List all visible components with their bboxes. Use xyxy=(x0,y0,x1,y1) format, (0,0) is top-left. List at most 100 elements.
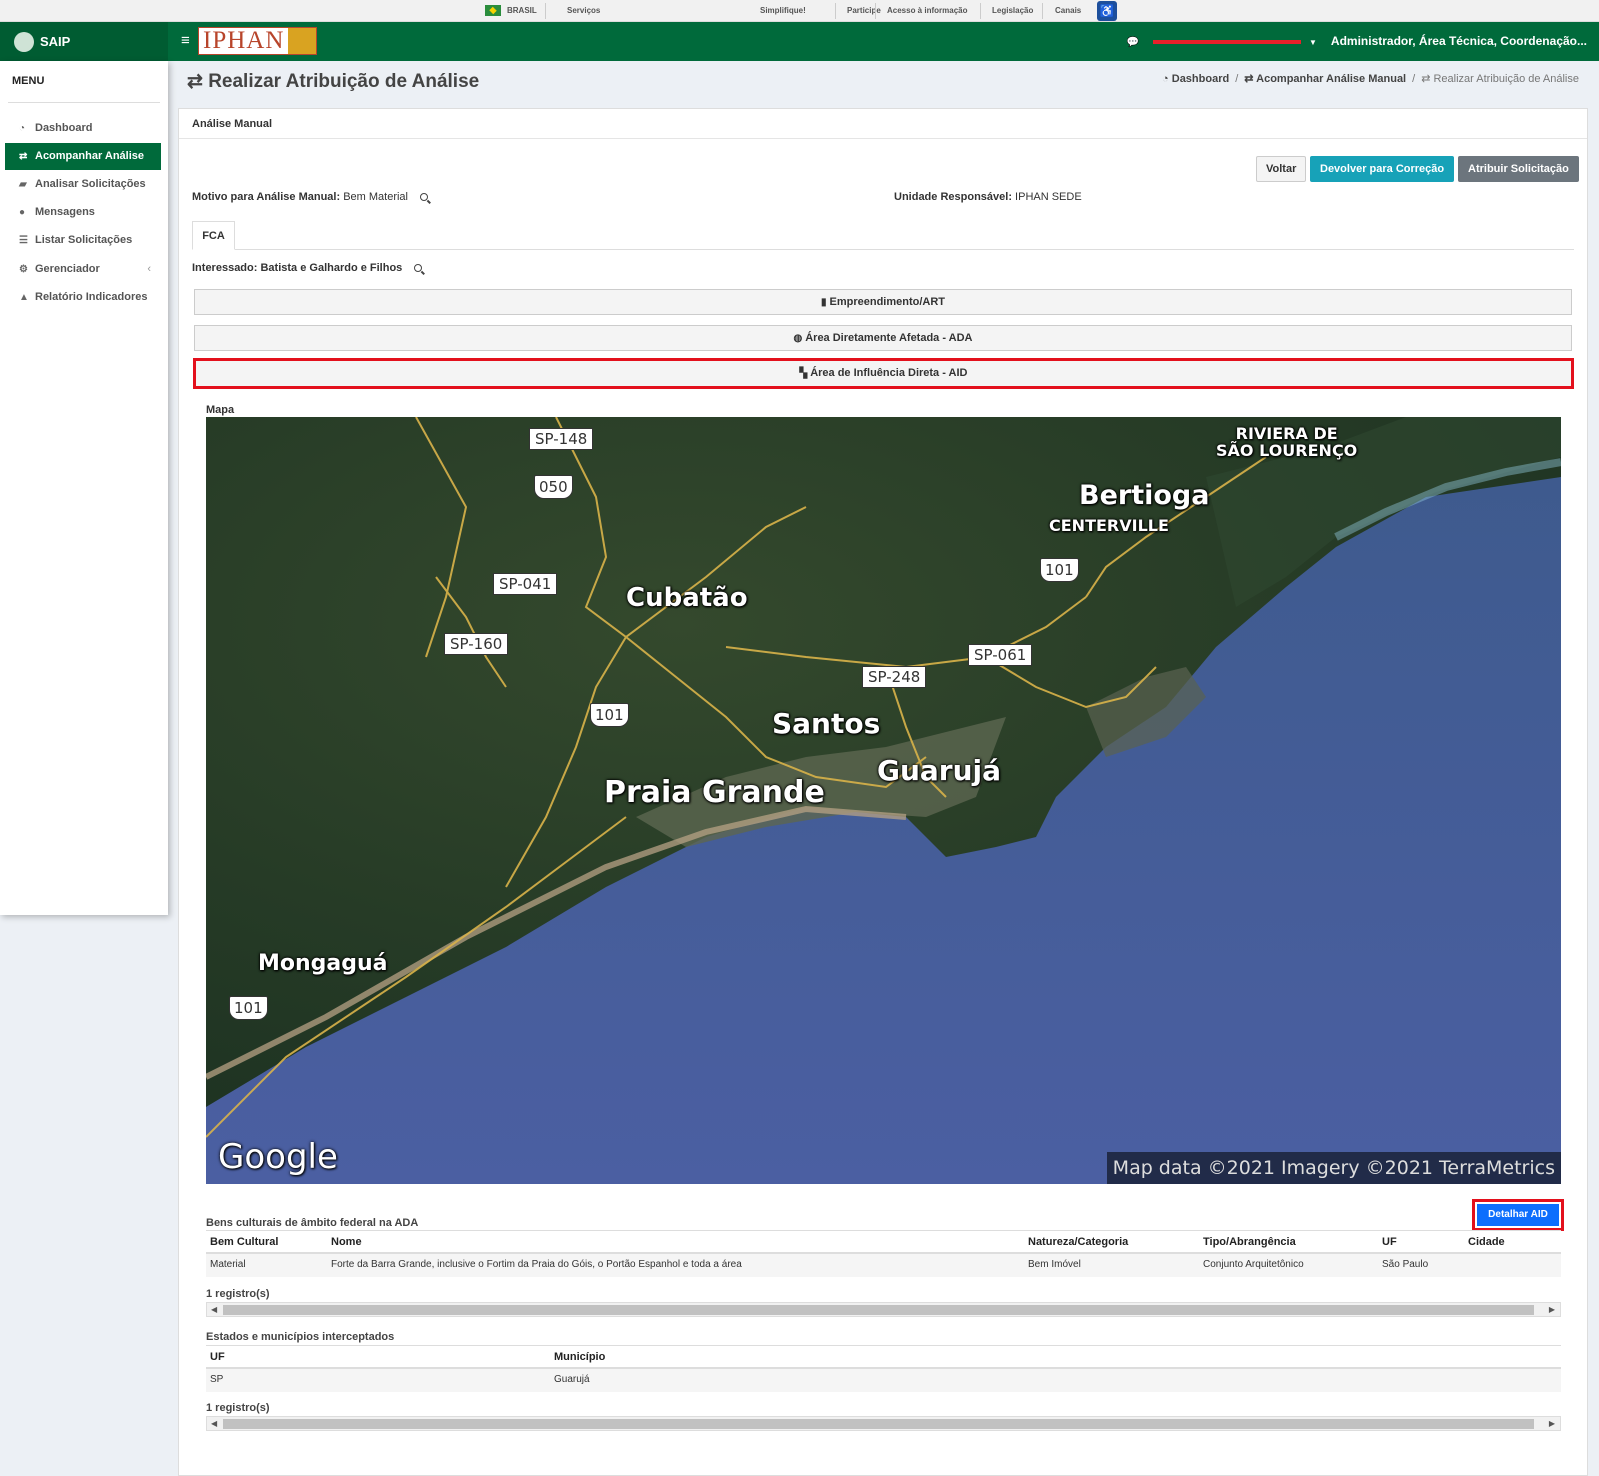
scrollbar-thumb[interactable] xyxy=(223,1305,1534,1315)
table-row[interactable]: Material Forte da Barra Grande, inclusiv… xyxy=(206,1254,1561,1277)
bens-table: Bem Cultural Nome Natureza/Categoria Tip… xyxy=(206,1230,1561,1277)
table-cell: Forte da Barra Grande, inclusive o Forti… xyxy=(331,1259,742,1270)
dashboard-icon: ◔ xyxy=(1162,73,1172,85)
divider xyxy=(835,3,836,19)
table-cell: SP xyxy=(210,1374,224,1385)
user-menu[interactable]: 💬 ▼ Administrador, Área Técnica, Coordenaç… xyxy=(1127,22,1587,61)
table-row[interactable]: SP Guarujá xyxy=(206,1369,1561,1392)
breadcrumb-dashboard[interactable]: Dashboard xyxy=(1172,73,1229,85)
table-cell: Conjunto Arquitetônico xyxy=(1203,1259,1304,1270)
scroll-left-icon[interactable]: ◀ xyxy=(211,1417,217,1430)
divider xyxy=(980,3,981,19)
panel-heading: Análise Manual xyxy=(179,109,1587,139)
place-label: Praia Grande xyxy=(604,775,825,810)
detalhar-aid-button[interactable]: Detalhar AID xyxy=(1472,1199,1564,1231)
canais-link[interactable]: Canais xyxy=(1055,0,1081,22)
analise-panel: Análise Manual Voltar Devolver para Corr… xyxy=(178,108,1588,1476)
sidebar-item-dashboard[interactable]: ◔ Dashboard xyxy=(5,115,161,142)
map-attribution: Map data ©2021 Imagery ©2021 TerraMetric… xyxy=(1106,1152,1561,1184)
column-header[interactable]: Tipo/Abrangência xyxy=(1203,1231,1296,1253)
scroll-left-icon[interactable]: ◀ xyxy=(211,1303,217,1316)
top-header: SAIP ≡ IPHAN 💬 ▼ Administrador, Área Técni… xyxy=(0,22,1599,61)
sidebar-item-listar-solicitacoes[interactable]: ☰ Listar Solicitações xyxy=(5,227,161,254)
place-label: CENTERVILLE xyxy=(1049,516,1169,535)
divider xyxy=(875,3,876,19)
sidebar: MENU ◔ Dashboard ⇄ Acompanhar Análise ▰ Ana… xyxy=(0,61,168,915)
exchange-icon: ⇄ xyxy=(1244,73,1257,85)
legislacao-link[interactable]: Legislação xyxy=(992,0,1033,22)
horizontal-scrollbar[interactable]: ◀ ▶ xyxy=(206,1302,1561,1317)
accordion-empreendimento[interactable]: ▮ Empreendimento/ART xyxy=(194,289,1572,315)
motivo-field: Motivo para Análise Manual: Bem Material xyxy=(192,191,428,203)
iphan-logo: IPHAN xyxy=(198,27,318,55)
exchange-icon: ⇄ xyxy=(187,71,209,92)
table-cell: São Paulo xyxy=(1382,1259,1429,1270)
scroll-right-icon[interactable]: ▶ xyxy=(1549,1417,1555,1430)
hamburger-menu-icon[interactable]: ≡ xyxy=(181,32,190,50)
road-shield: SP-061 xyxy=(968,644,1033,666)
accordion-ada[interactable]: ◍ Área Diretamente Afetada - ADA xyxy=(194,325,1572,351)
table-header-row: UF Município xyxy=(206,1346,1561,1369)
column-header[interactable]: UF xyxy=(1382,1231,1397,1253)
map-imagery xyxy=(206,417,1561,1184)
estados-section-title: Estados e municípios interceptados xyxy=(206,1331,395,1343)
interessado-field: Interessado: Batista e Galhardo e Filhos xyxy=(192,262,423,274)
place-label: Cubatão xyxy=(626,583,748,613)
sidebar-item-gerenciador[interactable]: ⚙ Gerenciador ‹ xyxy=(5,256,161,283)
brasil-link[interactable]: BRASIL xyxy=(485,0,537,22)
scroll-right-icon[interactable]: ▶ xyxy=(1549,1303,1555,1316)
divider xyxy=(8,102,160,103)
sidebar-item-acompanhar-analise[interactable]: ⇄ Acompanhar Análise xyxy=(5,143,161,170)
divider xyxy=(1042,3,1043,19)
voltar-button[interactable]: Voltar xyxy=(1256,156,1307,182)
brazil-flag-icon xyxy=(485,5,501,17)
menu-title: MENU xyxy=(12,75,45,87)
estados-table: UF Município SP Guarujá xyxy=(206,1345,1561,1392)
caret-down-icon: ▼ xyxy=(1309,38,1317,47)
record-count: 1 registro(s) xyxy=(206,1402,270,1414)
seal-icon xyxy=(14,31,34,52)
place-label: Guarujá xyxy=(877,754,1002,787)
sidebar-item-relatorio-indicadores[interactable]: ▲ Relatório Indicadores xyxy=(5,284,161,311)
road-shield: 101 xyxy=(229,996,268,1020)
road-shield: SP-160 xyxy=(444,633,509,655)
place-label: Santos xyxy=(772,707,881,740)
place-label: RIVIERA DE SÃO LOURENÇO xyxy=(1216,424,1358,460)
redacted-username xyxy=(1153,39,1301,44)
search-icon[interactable] xyxy=(414,264,423,272)
satellite-map[interactable]: RIVIERA DE SÃO LOURENÇO Bertioga CENTERVI… xyxy=(206,417,1561,1184)
devolver-correcao-button[interactable]: Devolver para Correção xyxy=(1310,156,1455,182)
globe-icon: ◍ xyxy=(793,333,803,344)
column-header[interactable]: Bem Cultural xyxy=(210,1231,278,1253)
bens-section-title: Bens culturais de âmbito federal na ADA xyxy=(206,1217,419,1229)
accordion-aid[interactable]: ▚ Área de Influência Direta - AID xyxy=(193,358,1574,389)
scrollbar-thumb[interactable] xyxy=(223,1419,1534,1429)
table-cell: Bem Imóvel xyxy=(1028,1259,1081,1270)
area-chart-icon: ▲ xyxy=(19,292,29,303)
atribuir-solicitacao-button[interactable]: Atribuir Solicitação xyxy=(1458,156,1579,182)
sidebar-item-mensagens[interactable]: ● Mensagens xyxy=(5,199,161,226)
column-header[interactable]: UF xyxy=(210,1346,225,1368)
road-shield: SP-248 xyxy=(862,666,927,688)
sidebar-item-analisar-solicitacoes[interactable]: ▰ Analisar Solicitações xyxy=(5,171,161,198)
chat-icon[interactable]: 💬 xyxy=(1127,37,1139,48)
horizontal-scrollbar[interactable]: ◀ ▶ xyxy=(206,1416,1561,1431)
cogs-icon: ⚙ xyxy=(19,264,28,275)
column-header[interactable]: Nome xyxy=(331,1231,362,1253)
breadcrumb: ◔ Dashboard / ⇄ Acompanhar Análise Manual /… xyxy=(1162,73,1579,85)
breadcrumb-acompanhar[interactable]: Acompanhar Análise Manual xyxy=(1256,73,1406,85)
tab-fca[interactable]: FCA xyxy=(192,221,235,250)
road-shield: 050 xyxy=(534,475,573,499)
place-label: Bertioga xyxy=(1079,480,1210,511)
column-header[interactable]: Cidade xyxy=(1468,1231,1505,1253)
search-icon[interactable] xyxy=(419,193,428,201)
servicos-link[interactable]: Serviços xyxy=(567,0,600,22)
app-logo[interactable]: SAIP xyxy=(0,22,168,61)
simplifique-link[interactable]: Simplifique! xyxy=(760,0,806,22)
column-header[interactable]: Município xyxy=(554,1346,605,1368)
road-shield: 101 xyxy=(590,703,629,727)
accessibility-icon[interactable]: ♿ xyxy=(1097,1,1117,21)
acesso-informacao-link[interactable]: Acesso à informação xyxy=(887,0,967,22)
column-header[interactable]: Natureza/Categoria xyxy=(1028,1231,1128,1253)
road-shield: SP-041 xyxy=(493,573,558,595)
